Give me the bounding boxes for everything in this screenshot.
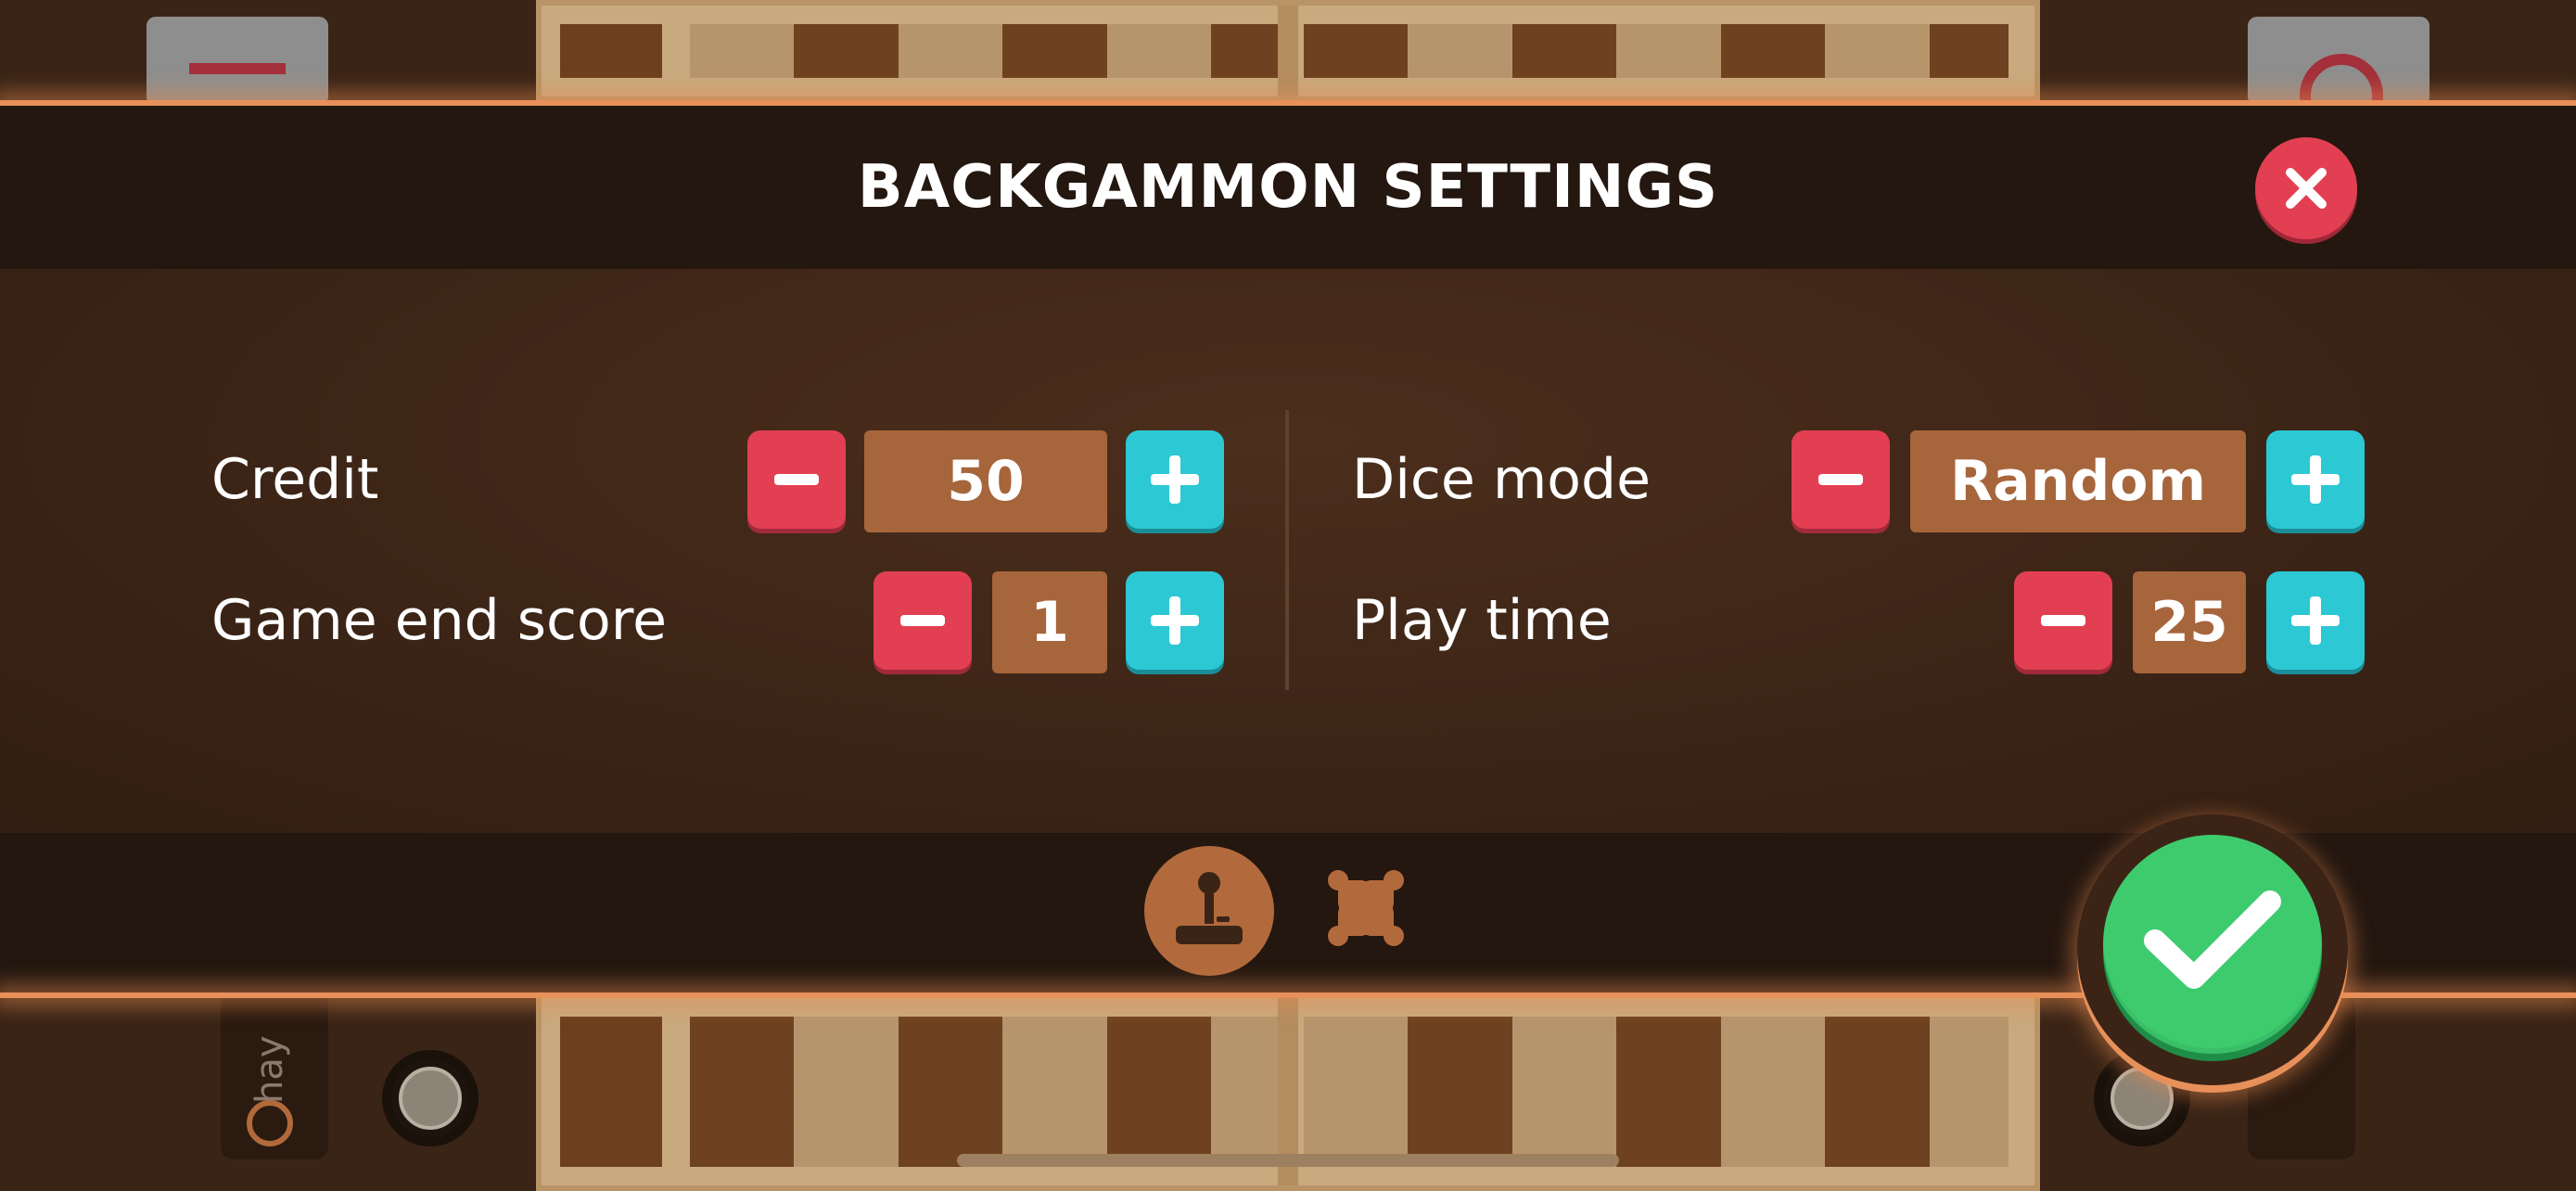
joystick-icon	[1176, 872, 1243, 944]
puzzle-icon	[1324, 866, 1408, 950]
minus-icon	[900, 615, 945, 626]
dice-mode-value: Random	[1910, 430, 2246, 532]
game-end-score-value: 1	[992, 571, 1107, 673]
minus-icon	[1818, 474, 1863, 485]
backgammon-board-top	[536, 0, 2040, 102]
play-time-value: 25	[2133, 571, 2246, 673]
minus-icon	[774, 474, 819, 485]
minus-icon	[2041, 615, 2085, 626]
confirm-button[interactable]	[2103, 835, 2322, 1054]
player-name: hay	[249, 1035, 291, 1104]
settings-body: Credit 50 Game end score 1 Dice mode Ran…	[0, 269, 2576, 833]
credit-minus-button[interactable]	[747, 430, 846, 529]
player-panel-left: hay	[221, 992, 328, 1159]
left-menu-button-bg	[147, 17, 328, 106]
game-end-score-minus-button[interactable]	[874, 571, 972, 670]
dice-mode-label: Dice mode	[1352, 447, 1651, 512]
modal-header: BACKGAMMON SETTINGS	[0, 106, 2576, 269]
dice-mode-minus-button[interactable]	[1792, 430, 1890, 529]
checker-white	[382, 1050, 478, 1146]
plus-icon	[2291, 596, 2340, 645]
menu-icon	[189, 63, 286, 74]
play-time-minus-button[interactable]	[2014, 571, 2112, 670]
close-button[interactable]	[2255, 137, 2357, 239]
tab-game-settings[interactable]	[1144, 846, 1274, 976]
game-end-score-label: Game end score	[211, 588, 668, 653]
column-divider	[1285, 410, 1289, 690]
dice-mode-plus-button[interactable]	[2266, 430, 2365, 529]
play-time-label: Play time	[1352, 588, 1612, 653]
modal-title: BACKGAMMON SETTINGS	[857, 153, 1719, 222]
plus-icon	[2291, 455, 2340, 504]
plus-icon	[1151, 596, 1199, 645]
close-icon	[2286, 168, 2327, 209]
home-indicator[interactable]	[957, 1154, 1619, 1167]
credit-value: 50	[864, 430, 1107, 532]
player-badge-icon	[247, 1100, 293, 1146]
tab-rules[interactable]	[1324, 866, 1408, 954]
checkmark-icon	[2144, 890, 2281, 989]
right-button-bg	[2248, 17, 2429, 137]
plus-icon	[1151, 455, 1199, 504]
game-end-score-plus-button[interactable]	[1126, 571, 1224, 670]
play-time-plus-button[interactable]	[2266, 571, 2365, 670]
confirm-button-frame	[2077, 814, 2348, 1085]
credit-label: Credit	[211, 447, 379, 512]
credit-plus-button[interactable]	[1126, 430, 1224, 529]
